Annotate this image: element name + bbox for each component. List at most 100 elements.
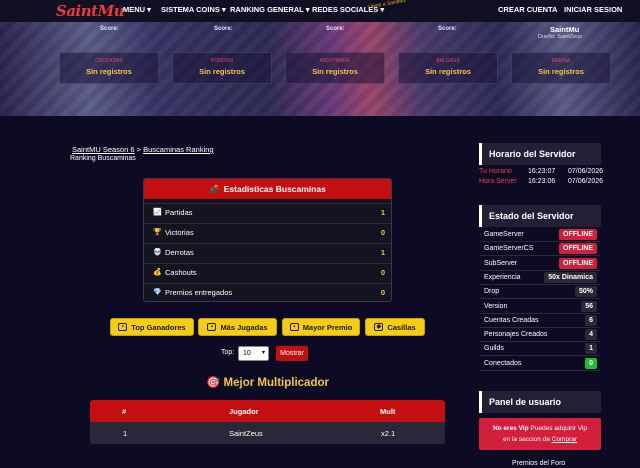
table-row: 1 SaintZeus x2.1 bbox=[90, 422, 445, 444]
best-multiplier-heading: 🎯 Mejor Multiplicador bbox=[206, 377, 329, 389]
status-label: Experiencia bbox=[484, 273, 521, 281]
gem-icon: 💎 bbox=[153, 289, 162, 296]
stat-label: Premios entregados bbox=[165, 288, 233, 297]
server-time-label: Hora Server bbox=[479, 178, 517, 185]
user-panel-title: Panel de usuario bbox=[479, 391, 601, 413]
status-label: Drop bbox=[484, 288, 500, 296]
nav-menu[interactable]: MENU ▾ bbox=[123, 5, 151, 14]
status-label: Cuentas Creadas bbox=[484, 316, 539, 324]
skull-icon: 💀 bbox=[153, 249, 162, 256]
event-dash: - bbox=[221, 76, 223, 82]
trophy-icon: 🏆 bbox=[153, 229, 162, 236]
column-header: Jugador bbox=[229, 407, 259, 416]
event-dash: - bbox=[334, 76, 336, 82]
server-status-title: Estado del Servidor bbox=[479, 205, 601, 227]
money-bag-icon: 💰 bbox=[153, 269, 162, 276]
score-label: Score: bbox=[438, 26, 457, 32]
event-title: ERKINA bbox=[551, 58, 571, 64]
stat-row: 💎 Premios entregados 0 bbox=[144, 283, 391, 301]
chart-icon: 📈 bbox=[153, 209, 162, 216]
event-title: BALGASS bbox=[436, 58, 460, 64]
status-value: OFFLINE bbox=[559, 257, 597, 269]
status-row: Guilds 1 bbox=[479, 342, 601, 357]
event-value: Sin registros bbox=[425, 67, 471, 76]
login-link[interactable]: INICIAR SESION bbox=[564, 5, 622, 14]
nav-sistema-coins[interactable]: SISTEMA COINS ▾ bbox=[161, 5, 226, 14]
status-row: GameServer OFFLINE bbox=[479, 228, 601, 242]
event-value: Sin registros bbox=[199, 67, 245, 76]
status-label: Conectados bbox=[484, 359, 522, 367]
status-value: 0 bbox=[585, 357, 597, 369]
forum-prizes-heading: Premios del Foro bbox=[512, 460, 566, 467]
status-value: OFFLINE bbox=[559, 229, 597, 240]
show-button[interactable]: Mostrar bbox=[276, 346, 308, 361]
stat-label: Partidas bbox=[165, 208, 193, 217]
stat-label: Derrotas bbox=[165, 248, 194, 257]
status-value: 50% bbox=[574, 286, 597, 298]
event-rank-box[interactable]: ERKINA Sin registros - bbox=[511, 52, 611, 84]
buy-vip-link[interactable]: Comprar bbox=[552, 436, 577, 443]
gem-icon: ◆ bbox=[374, 323, 384, 331]
column-header: # bbox=[122, 407, 127, 416]
stats-title: Estadísticas Buscaminas bbox=[223, 184, 326, 194]
score-label: Score: bbox=[214, 26, 233, 32]
event-title: CRUZADAS bbox=[95, 58, 123, 64]
chevron-down-icon: ▾ bbox=[261, 350, 265, 356]
event-title: NIGHTMARE bbox=[320, 58, 350, 64]
status-value: OFFLINE bbox=[559, 243, 597, 255]
status-label: Guilds bbox=[484, 345, 504, 353]
gamepad-icon: ▪ bbox=[207, 323, 217, 331]
status-label: GameServer bbox=[484, 231, 524, 238]
site-logo[interactable]: SaintMu bbox=[56, 2, 125, 20]
trophy-icon: ▪ bbox=[118, 323, 128, 331]
event-value: Sin registros bbox=[312, 67, 358, 76]
stat-value: 0 bbox=[380, 268, 385, 277]
stat-label: Cashouts bbox=[165, 268, 197, 277]
breadcrumb-section-link[interactable]: Buscaminas Ranking bbox=[143, 145, 213, 154]
nav-ranking-general[interactable]: RANKING GENERAL ▾ bbox=[230, 5, 309, 14]
create-account-link[interactable]: CREAR CUENTA bbox=[498, 5, 557, 14]
score-label: Score: bbox=[326, 26, 345, 32]
breadcrumb-home-link[interactable]: SaintMU Season 6 bbox=[72, 145, 135, 154]
breadcrumb-separator: > bbox=[136, 145, 142, 154]
stat-row: 💀 Derrotas 1 bbox=[144, 243, 391, 261]
top-winners-button[interactable]: ▪ Top Ganadores bbox=[110, 318, 194, 336]
status-row: Drop 50% bbox=[479, 285, 601, 300]
cells-button[interactable]: ◆ Casillas bbox=[365, 318, 425, 336]
event-rank-box[interactable]: CRUZADAS Sin registros - bbox=[59, 52, 159, 84]
table-cell: x2.1 bbox=[381, 429, 396, 438]
stat-value: 1 bbox=[380, 208, 385, 217]
status-value: 50x Dinamica bbox=[544, 271, 597, 283]
user-time-label: Tu Horario bbox=[479, 168, 512, 175]
status-row: Version 56 bbox=[479, 300, 601, 314]
event-dash: - bbox=[560, 76, 562, 82]
status-row: Conectados 0 bbox=[479, 357, 601, 371]
table-header: # Jugador Mult bbox=[90, 400, 445, 422]
breadcrumb: SaintMU Season 6 > Buscaminas Ranking bbox=[72, 145, 214, 154]
vip-status: No eres Vip bbox=[492, 425, 529, 432]
event-rank-box[interactable]: BALGASS Sin registros - bbox=[398, 52, 498, 84]
most-played-button[interactable]: ▪ Más Jugadas bbox=[198, 318, 277, 336]
event-value: Sin registros bbox=[538, 67, 584, 76]
event-value: Sin registros bbox=[86, 67, 132, 76]
status-row: GameServerCS OFFLINE bbox=[479, 242, 601, 257]
status-row: Experiencia 50x Dinamica bbox=[479, 271, 601, 285]
status-value: 56 bbox=[581, 300, 597, 312]
table-cell: SaintZeus bbox=[229, 429, 263, 438]
status-label: GameServerCS bbox=[484, 245, 534, 253]
top-select[interactable]: 10 ▾ bbox=[238, 346, 269, 361]
stat-value: 1 bbox=[380, 248, 385, 257]
status-value: 6 bbox=[585, 314, 597, 326]
user-date-value: 07/06/2026 bbox=[568, 168, 604, 175]
status-row: Cuentas Creadas 6 bbox=[479, 314, 601, 328]
bomb-icon: 💣 bbox=[209, 183, 220, 194]
table-cell: 1 bbox=[123, 429, 128, 438]
status-value: 4 bbox=[585, 329, 597, 341]
top-label: Top: bbox=[221, 349, 235, 356]
minesweeper-stats-card: 💣 Estadísticas Buscaminas 📈 Partidas 1 🏆… bbox=[143, 178, 392, 302]
column-header: Mult bbox=[380, 407, 396, 416]
event-rank-box[interactable]: PORDON Sin registros - bbox=[172, 52, 272, 84]
biggest-prize-button[interactable]: ▪ Mayor Premio bbox=[282, 318, 360, 336]
event-rank-box[interactable]: NIGHTMARE Sin registros - bbox=[285, 52, 385, 84]
status-label: Personajes Creados bbox=[484, 331, 548, 339]
